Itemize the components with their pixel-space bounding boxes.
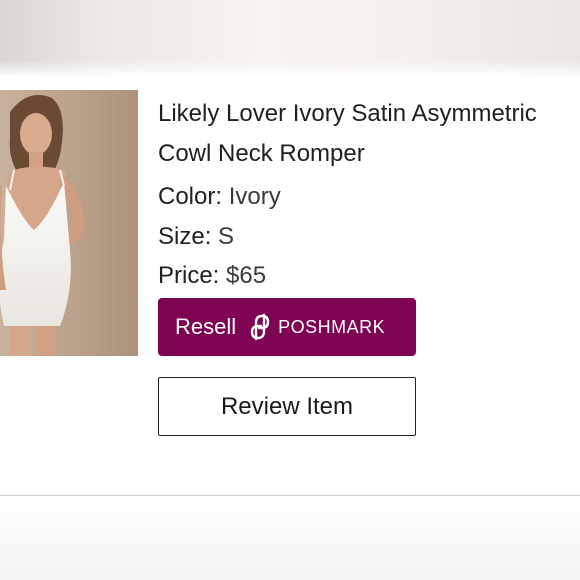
product-title[interactable]: Likely Lover Ivory Satin Asymmetric Cowl…	[158, 94, 580, 174]
product-card: Likely Lover Ivory Satin Asymmetric Cowl…	[0, 76, 580, 496]
review-item-button[interactable]: Review Item	[158, 377, 416, 436]
size-label: Size:	[158, 223, 212, 250]
model-photo-graphic	[0, 90, 138, 356]
size-value: S	[218, 223, 235, 250]
blurred-background-top	[0, 0, 580, 78]
color-attribute: Color: Ivory	[158, 181, 281, 213]
color-value: Ivory	[228, 183, 281, 210]
price-attribute: Price: $65	[158, 260, 266, 292]
poshmark-brand-label: POSHMARK	[278, 316, 386, 337]
divider	[0, 495, 580, 496]
color-label: Color:	[158, 183, 223, 210]
review-item-label: Review Item	[220, 392, 354, 420]
resell-poshmark-button[interactable]: Resell POSHMARK	[158, 298, 416, 356]
price-value: $65	[226, 262, 267, 289]
product-image[interactable]	[0, 90, 138, 356]
blurred-background-bottom	[0, 500, 580, 580]
price-label: Price:	[158, 262, 220, 289]
poshmark-logo-icon	[248, 313, 272, 341]
product-title-line-1: Likely Lover Ivory Satin Asymmetric	[158, 100, 537, 127]
size-attribute: Size: S	[158, 221, 234, 253]
resell-label: Resell	[175, 314, 237, 339]
product-title-line-2: Cowl Neck Romper	[158, 140, 365, 167]
